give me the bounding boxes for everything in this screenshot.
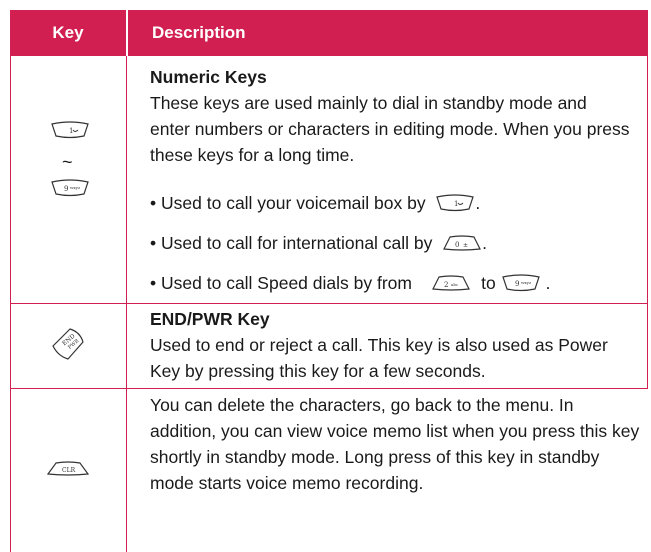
key-2-icon: 2 abc [431, 273, 471, 293]
bullet-suffix: . [545, 273, 551, 293]
svg-text:wxyz: wxyz [70, 185, 80, 190]
range-separator: ~ [62, 152, 73, 172]
key-1-icon: 1 [435, 193, 475, 213]
svg-text:0: 0 [455, 241, 459, 249]
bullet-text: Used to call your voicemail box by [161, 193, 426, 213]
bullet-mark: • [150, 193, 157, 213]
numeric-keys-title: Numeric Keys [150, 67, 267, 87]
right-border [647, 56, 648, 388]
bullet-mid: to [481, 273, 496, 293]
header-key: Key [52, 23, 84, 42]
end-pwr-description: Used to end or reject a call. This key i… [150, 335, 608, 381]
svg-text:9: 9 [64, 185, 68, 193]
svg-text:1: 1 [69, 127, 73, 135]
bullet-international: • Used to call for international call by… [150, 230, 487, 256]
header-separator [126, 10, 128, 56]
svg-text:9: 9 [515, 280, 519, 288]
bullet-text: Used to call for international call by [161, 233, 433, 253]
bullet-suffix: . [475, 193, 481, 213]
bullet-mark: • [150, 233, 157, 253]
left-border [10, 56, 11, 552]
bullet-speed-dials: • Used to call Speed dials by from 2 abc … [150, 270, 550, 296]
header-description: Description [152, 23, 246, 42]
row-divider-2 [10, 388, 648, 389]
svg-text:2: 2 [444, 281, 448, 289]
bullet-voicemail: • Used to call your voicemail box by 1 . [150, 190, 480, 216]
column-divider [126, 56, 127, 552]
bullet-text: Used to call Speed dials by from [161, 273, 412, 293]
numeric-keys-description: These keys are used mainly to dial in st… [150, 93, 630, 165]
svg-text:±: ± [463, 242, 468, 249]
end-pwr-title: END/PWR Key [150, 309, 270, 329]
svg-text:abc: abc [451, 282, 459, 287]
key-9-icon: 9 wxyz [501, 273, 541, 293]
end-pwr-key-icon: END PWR [50, 326, 86, 367]
bullet-suffix: . [482, 233, 488, 253]
svg-text:1: 1 [454, 200, 458, 208]
bullet-mark: • [150, 273, 157, 293]
svg-text:wxyz: wxyz [521, 280, 531, 285]
key-9-icon: 9 wxyz [50, 178, 90, 203]
table-header: Key Description [10, 10, 648, 56]
svg-text:CLR: CLR [62, 467, 76, 474]
row-divider-1 [10, 303, 648, 304]
key-0-icon: 0 ± [442, 233, 482, 253]
key-1-icon: 1 [50, 120, 90, 145]
clr-key-icon: CLR [46, 460, 90, 481]
clr-description: You can delete the characters, go back t… [150, 395, 640, 493]
